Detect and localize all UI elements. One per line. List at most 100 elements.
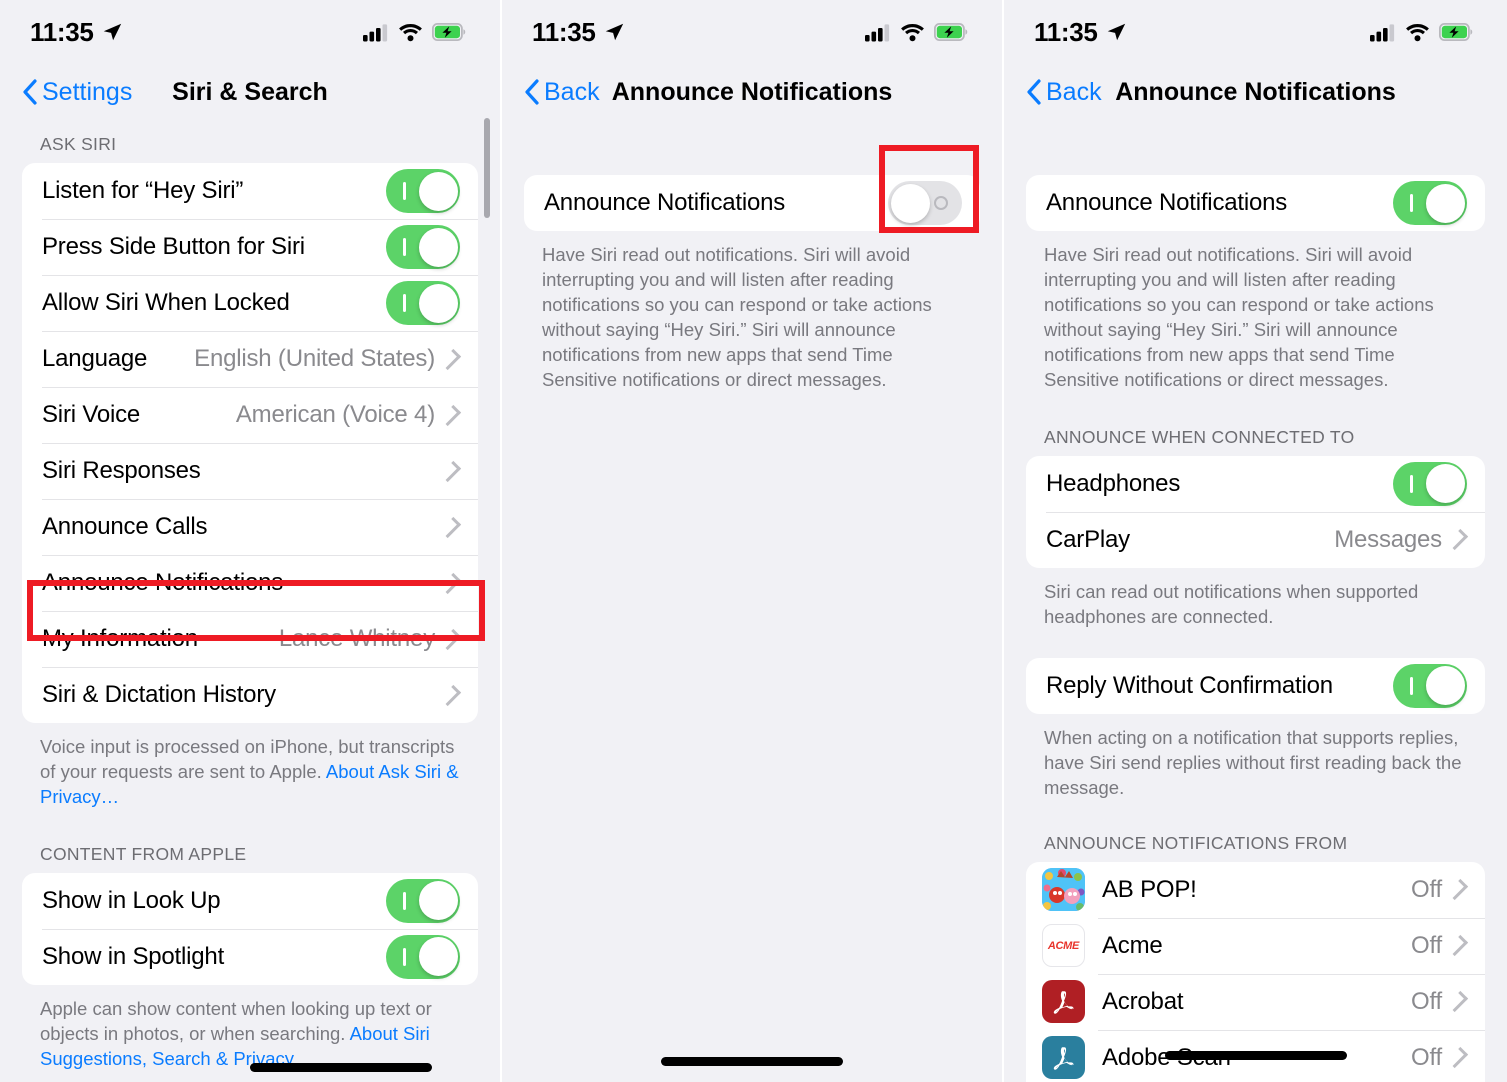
back-button-label: Back [1046,77,1102,106]
chevron-right-icon [439,404,462,426]
status-bar-left: 11:35 [1034,17,1127,48]
chevron-left-icon [23,79,37,105]
reply-without-confirmation-card: Reply Without Confirmation [1026,657,1485,714]
row-press-side-button-for-siri[interactable]: Press Side Button for Siri [22,219,478,275]
toggle-listen-for-hey-siri[interactable] [386,169,460,213]
row-label: Reply Without Confirmation [1046,671,1333,699]
row-headphones[interactable]: Headphones [1026,456,1485,512]
location-arrow-icon [605,23,623,41]
cellular-bars-icon [363,23,388,41]
home-indicator [661,1057,843,1066]
status-bar-right [363,23,466,42]
scroll-indicator[interactable] [484,118,490,218]
row-language[interactable]: Language English (United States) [22,331,478,387]
status-bar-clock: 11:35 [532,16,596,47]
row-announce-calls[interactable]: Announce Calls [22,499,478,555]
row-label: Headphones [1046,469,1181,497]
row-value: Messages [1334,525,1442,553]
app-value: Off [1411,875,1442,903]
app-label: AB POP! [1102,875,1197,903]
status-bar: 11:35 [502,0,1002,64]
row-my-information[interactable]: My Information Lance Whitney [22,611,478,667]
announce-notifications-footnote: Have Siri read out notifications. Siri w… [542,244,932,390]
app-label: Acme [1102,931,1163,959]
status-bar-clock: 11:35 [30,16,94,47]
ab-pop-icon-art [1042,868,1085,912]
row-label: My Information [42,625,198,652]
row-siri-responses[interactable]: Siri Responses [22,443,478,499]
acrobat-app-icon [1042,980,1085,1024]
back-button-label: Settings [42,77,133,106]
row-announce-notifications[interactable]: Announce Notifications [22,555,478,611]
toggle-allow-siri-when-locked[interactable] [386,281,460,325]
nav-bar: Settings Siri & Search [0,64,500,120]
location-arrow-icon [1107,23,1125,41]
row-label: Siri Responses [42,457,201,484]
row-label: Announce Notifications [544,189,786,216]
row-listen-for-hey-siri[interactable]: Listen for “Hey Siri” [22,163,478,219]
status-bar-right [865,23,968,42]
row-announce-notifications[interactable]: Announce Notifications [524,175,980,231]
toggle-show-in-spotlight[interactable] [386,934,460,979]
row-label: Show in Look Up [42,886,221,914]
announce-when-connected-card: Headphones CarPlay Messages [1026,455,1485,568]
row-siri-and-dictation-history[interactable]: Siri & Dictation History [22,667,478,723]
section-header-ask-siri: ASK SIRI [40,134,117,154]
announce-notifications-footnote: Have Siri read out notifications. Siri w… [1044,244,1434,390]
home-indicator [1164,1051,1347,1060]
chevron-right-icon [1446,935,1469,957]
row-allow-siri-when-locked[interactable]: Allow Siri When Locked [22,275,478,331]
section-header-announce-notifications-from: ANNOUNCE NOTIFICATIONS FROM [1044,832,1348,853]
row-label: Allow Siri When Locked [42,289,290,316]
announce-when-connected-footnote: Siri can read out notifications when sup… [1044,580,1419,627]
wifi-icon [1406,23,1429,41]
row-label: Siri Voice [42,401,141,428]
row-label: Show in Spotlight [42,942,225,970]
toggle-announce-notifications[interactable] [888,181,962,225]
adobe-scan-app-icon [1042,1036,1085,1080]
row-label: Listen for “Hey Siri” [42,177,244,204]
status-bar-left: 11:35 [532,17,625,48]
row-carplay[interactable]: CarPlay Messages [1026,511,1485,568]
section-header-content-from-apple: CONTENT FROM APPLE [40,843,247,864]
row-announce-notifications[interactable]: Announce Notifications [1026,175,1485,231]
nav-bar: Back Announce Notifications [1004,64,1507,120]
toggle-announce-notifications[interactable] [1393,181,1467,225]
row-label: Language [42,345,148,372]
status-bar-right [1370,23,1473,42]
battery-charging-icon [934,23,968,41]
row-value: American (Voice 4) [235,401,435,428]
chevron-right-icon [1446,991,1469,1013]
app-label: Acrobat [1102,987,1184,1015]
toggle-press-side-button-for-siri[interactable] [386,225,460,269]
row-reply-without-confirmation[interactable]: Reply Without Confirmation [1026,658,1485,714]
back-button-settings[interactable]: Settings [22,78,132,107]
announce-notifications-card: Announce Notifications [1026,175,1485,231]
toggle-show-in-look-up[interactable] [386,878,460,923]
chevron-left-icon [525,79,539,105]
battery-charging-icon [432,23,466,41]
row-show-in-look-up[interactable]: Show in Look Up [22,873,478,929]
toggle-reply-without-confirmation[interactable] [1393,663,1467,708]
screenshot-panels: 11:35 Settings Siri & Search ASK SIRI Li… [0,0,1507,1082]
row-siri-voice[interactable]: Siri Voice American (Voice 4) [22,387,478,443]
status-bar-left: 11:35 [30,17,123,48]
wifi-icon [901,23,924,41]
back-button[interactable]: Back [1026,78,1102,107]
nav-bar: Back Announce Notifications [502,64,1002,120]
back-button[interactable]: Back [524,78,600,107]
cellular-bars-icon [865,23,890,41]
app-row-ab-pop[interactable]: AB POP! Off [1026,862,1485,918]
row-value: Lance Whitney [278,625,435,652]
app-value: Off [1411,931,1442,959]
row-label: Announce Notifications [42,569,284,596]
toggle-headphones[interactable] [1393,461,1467,506]
app-value: Off [1411,1043,1442,1071]
row-show-in-spotlight[interactable]: Show in Spotlight [22,928,478,985]
app-row-acme[interactable]: ACME Acme Off [1026,917,1485,974]
app-row-acrobat[interactable]: Acrobat Off [1026,973,1485,1030]
chevron-right-icon [1446,1047,1469,1069]
announce-notifications-from-card: AB POP! Off ACME Acme Off Acrobat Off Ad… [1026,861,1485,1082]
chevron-right-icon [439,628,462,650]
row-label: Siri & Dictation History [42,681,276,708]
